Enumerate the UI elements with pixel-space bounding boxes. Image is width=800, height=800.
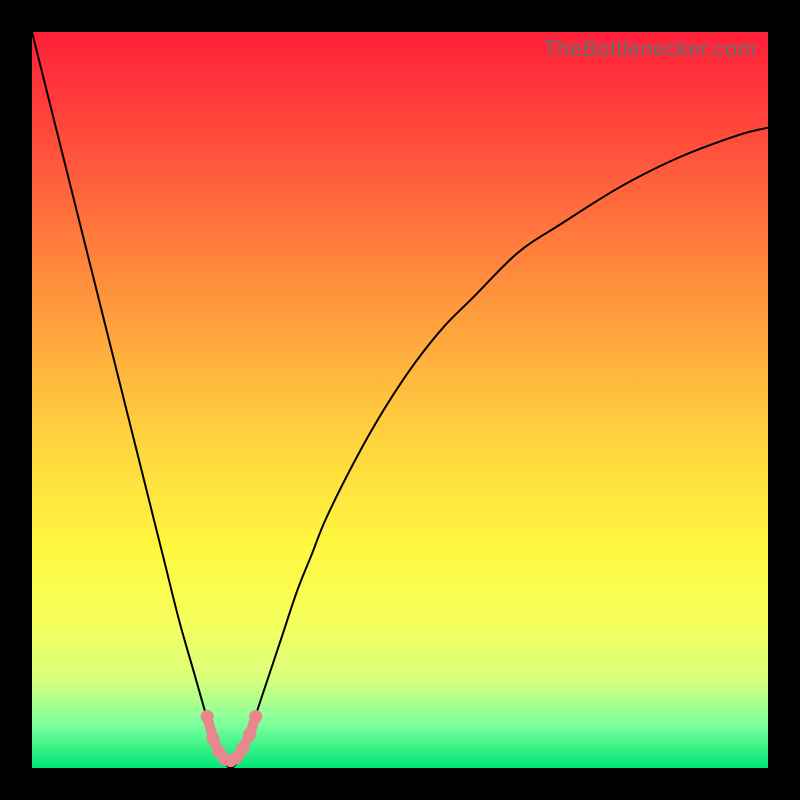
chart-svg	[32, 32, 768, 768]
chart-canvas: TheBottlenecker.com	[0, 0, 800, 800]
bottleneck-curve	[32, 32, 768, 768]
plot-area: TheBottlenecker.com	[32, 32, 768, 768]
marker-band	[201, 710, 263, 767]
